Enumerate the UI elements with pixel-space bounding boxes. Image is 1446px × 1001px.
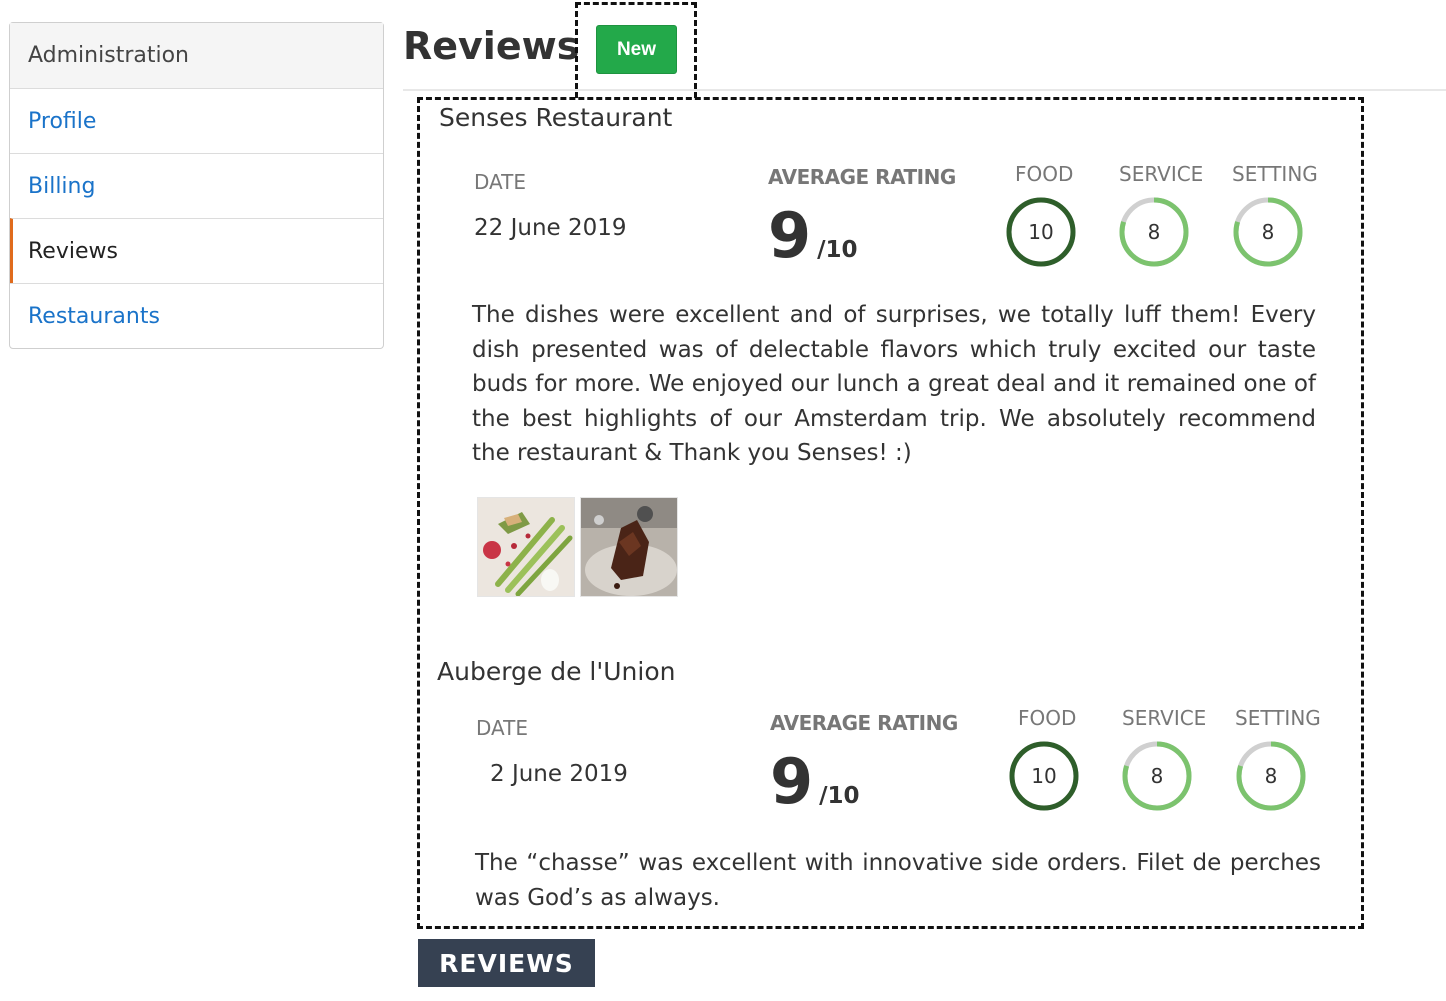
food-label: FOOD <box>1015 162 1074 186</box>
average-rating-label: AVERAGE RATING <box>768 165 956 189</box>
sidebar-item-restaurants[interactable]: Restaurants <box>10 283 383 348</box>
header-divider <box>403 89 1446 91</box>
service-score-ring: 8 <box>1121 740 1193 812</box>
average-rating-max: /10 <box>819 783 860 809</box>
date-label: DATE <box>474 170 527 194</box>
food-score-ring: 10 <box>1005 196 1077 268</box>
review-text: The dishes were excellent and of surpris… <box>472 302 1316 466</box>
average-rating: 9/10 <box>770 751 860 813</box>
new-review-button[interactable]: New <box>596 25 677 74</box>
review-restaurant-name[interactable]: Auberge de l'Union <box>437 657 675 686</box>
reviews-annotation-label: REVIEWS <box>418 939 595 987</box>
review-photo-asparagus[interactable] <box>477 497 575 597</box>
food-score-value: 10 <box>1031 764 1057 788</box>
average-rating-label: AVERAGE RATING <box>770 711 958 735</box>
admin-sidebar: Administration Profile Billing Reviews R… <box>9 22 384 349</box>
setting-score-ring: 8 <box>1232 196 1304 268</box>
review-date: 22 June 2019 <box>474 215 627 241</box>
food-score-value: 10 <box>1028 220 1054 244</box>
service-score-value: 8 <box>1150 764 1164 788</box>
setting-label: SETTING <box>1232 162 1318 186</box>
service-label: SERVICE <box>1122 706 1207 730</box>
sidebar-item-profile[interactable]: Profile <box>10 88 383 153</box>
sidebar-item-reviews[interactable]: Reviews <box>10 218 383 283</box>
review-restaurant-name[interactable]: Senses Restaurant <box>439 103 672 132</box>
service-score-value: 8 <box>1147 220 1161 244</box>
sidebar-header-administration: Administration <box>10 23 383 88</box>
service-score-ring: 8 <box>1118 196 1190 268</box>
page-title: Reviews <box>403 24 580 68</box>
date-label: DATE <box>476 716 529 740</box>
review-photo-chocolate-dessert[interactable] <box>580 497 678 597</box>
average-rating-max: /10 <box>817 237 858 263</box>
average-rating: 9/10 <box>768 205 858 267</box>
average-rating-score: 9 <box>768 199 812 272</box>
setting-score-value: 8 <box>1264 764 1278 788</box>
food-score-ring: 10 <box>1008 740 1080 812</box>
review-date: 2 June 2019 <box>490 761 628 787</box>
average-rating-score: 9 <box>770 745 814 818</box>
service-label: SERVICE <box>1119 162 1204 186</box>
food-label: FOOD <box>1018 706 1077 730</box>
setting-label: SETTING <box>1235 706 1321 730</box>
setting-score-value: 8 <box>1261 220 1275 244</box>
setting-score-ring: 8 <box>1235 740 1307 812</box>
sidebar-item-billing[interactable]: Billing <box>10 153 383 218</box>
review-text: The “chasse” was excellent with innovati… <box>475 850 1321 911</box>
